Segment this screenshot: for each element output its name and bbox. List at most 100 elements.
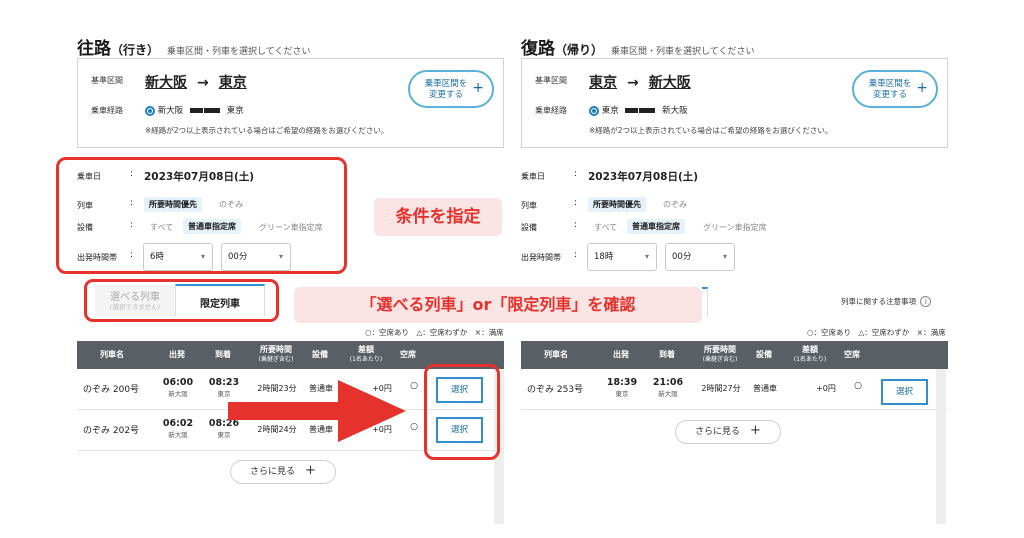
outbound-base-route: 新大阪 → 東京 [145,72,247,92]
arr-time: 21:06 [652,377,684,388]
outbound-from-station: 新大阪 [145,75,187,91]
change-section-button[interactable]: 乗車区間を 変更する + [852,70,938,108]
outbound-route-box: 基準区間 新大阪 → 東京 乗車経路 新大阪 東京 ※経路が2つ以上表示されている場… [77,58,504,148]
col-difference: 差額 (1名あたり) [343,345,389,365]
col-facility: 設備 [756,350,772,359]
minute-select[interactable]: 00分 ▾ [665,243,735,271]
path-from: 東京 [601,106,619,116]
info-icon: i [920,296,932,307]
col-difference-main: 差額 [358,345,374,354]
colon: : [574,169,578,179]
show-more-button[interactable]: さらに見る + [230,460,336,484]
departure-time: 06:02 新大阪 [159,418,197,439]
select-train-button[interactable]: 選択 [881,379,928,405]
return-title-text: 復路 [521,39,555,59]
col-train-name: 列車名 [544,350,568,359]
base-section-label: 基準区間 [91,76,123,85]
notice-link-label: 列車に関する注意事項 [841,297,916,306]
train-name: のぞみ 200号 [83,385,140,395]
route-label: 乗車経路 [91,106,123,115]
departure-time: 06:00 新大阪 [159,377,197,398]
arrow-icon: → [627,75,639,91]
train-name: のぞみ 253号 [527,385,584,395]
hour-select[interactable]: 18時 ▾ [587,243,657,271]
col-vacancy: 空席 [400,350,416,359]
dep-time: 06:00 [162,377,194,388]
arrival-time: 21:06 新大阪 [649,377,687,398]
route-note: ※経路が2つ以上表示されている場合はご希望の経路をお選びください。 [145,126,389,135]
route-label: 乗車経路 [535,106,567,115]
colon: : [574,220,578,230]
notice-link[interactable]: 列車に関する注意事項 i [841,296,932,307]
vacancy-status: ○ [854,381,862,391]
return-date-value[interactable]: 2023年07月08日(土) [588,169,698,184]
return-title: 復路（帰り） 乗車区間・列車を選択してください [521,34,754,59]
conditions-highlight [56,157,347,274]
plus-icon: + [750,423,761,438]
trains-callout: 「選べる列車」or「限定列車」を確認 [294,287,702,323]
col-difference: 差額 (1名あたり) [787,345,833,365]
dep-station: 新大阪 [168,390,188,398]
plus-icon: + [472,80,484,96]
radio-selected-icon[interactable] [589,105,599,116]
facility-option-green[interactable]: グリーン車指定席 [703,222,767,233]
conditions-callout: 条件を指定 [374,198,502,236]
radio-selected-icon[interactable] [145,105,155,116]
col-arrival: 到着 [215,350,231,359]
col-train-name: 列車名 [100,350,124,359]
date-label: 乗車日 [521,172,545,181]
facility: 普通車 [753,384,777,393]
facility-label: 設備 [521,223,537,232]
return-table-header: 列車名 出発 到着 所要時間 (乗継ぎ含む) 設備 差額 (1名あたり) 空席 [521,341,948,369]
facility-option-reserved[interactable]: 普通車指定席 [627,219,685,234]
show-more-label: さらに見る [695,427,741,437]
col-departure: 出発 [613,350,629,359]
train-name: のぞみ 202号 [83,426,140,436]
outbound-route-option[interactable]: 新大阪 東京 [145,104,244,116]
select-buttons-highlight [424,364,500,460]
dep-time: 06:02 [162,418,194,429]
colon: : [574,198,578,208]
col-duration-sub: (乗継ぎ含む) [258,356,294,363]
train-option-nozomi[interactable]: のぞみ [663,199,687,210]
base-section-label: 基準区間 [535,76,567,85]
col-duration-main: 所要時間 [260,345,292,354]
return-hint: 乗車区間・列車を選択してください [611,47,755,57]
change-section-button[interactable]: 乗車区間を 変更する + [408,70,494,108]
col-difference-main: 差額 [802,345,818,354]
colon: : [574,250,578,260]
col-duration-sub: (乗継ぎ含む) [702,356,738,363]
dep-station: 東京 [615,390,629,398]
return-tab-edge [702,287,708,317]
plus-icon: + [305,463,316,478]
vacancy-legend: ○：空席あり △：空席わずか ×：満席 [807,328,946,337]
col-duration: 所要時間 (乗継ぎ含む) [693,345,747,365]
departure-time: 18:39 東京 [603,377,641,398]
return-to-station: 新大阪 [648,75,691,91]
outbound-title: 往路（行き） 乗車区間・列車を選択してください [77,34,310,59]
return-title-paren: （帰り） [555,43,604,57]
col-duration: 所要時間 (乗継ぎ含む) [249,345,303,365]
return-base-route: 東京 → 新大阪 [589,72,691,92]
rail-line-icon [625,108,656,113]
show-more-label: さらに見る [250,467,296,477]
rail-line-icon [189,108,220,113]
col-arrival: 到着 [659,350,675,359]
outbound-to-station: 東京 [218,75,247,91]
time-label: 出発時間帯 [521,253,561,262]
return-route-option[interactable]: 東京 新大阪 [589,104,688,116]
outbound-title-paren: （行き） [111,43,160,57]
path-to: 新大阪 [662,106,688,116]
dep-time: 18:39 [606,377,638,388]
path-to: 東京 [226,106,244,116]
arr-station: 新大阪 [658,390,678,398]
col-duration-main: 所要時間 [704,345,736,354]
show-more-button[interactable]: さらに見る + [675,420,781,444]
table-scrollbar[interactable] [936,369,946,524]
plus-icon: + [916,80,928,96]
minute-value: 00分 [672,252,692,262]
price-difference: +0円 [816,384,836,393]
train-option-fastest[interactable]: 所要時間優先 [588,197,646,212]
tabs-highlight [84,279,279,322]
facility-option-all[interactable]: すべて [594,222,617,233]
